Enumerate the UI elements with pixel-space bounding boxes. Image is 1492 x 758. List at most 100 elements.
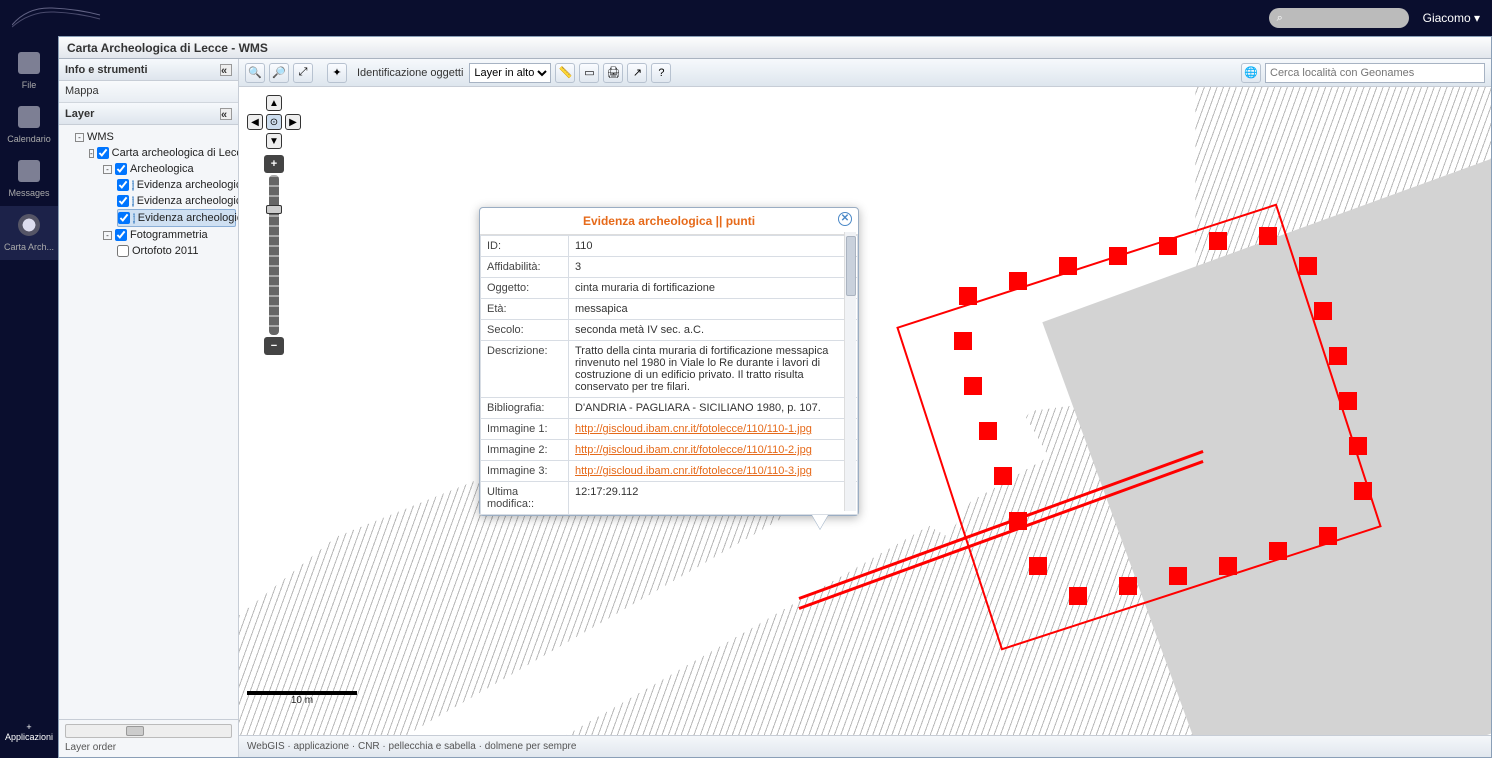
ribbon-add-app[interactable]: +Applicazioni: [0, 714, 58, 750]
layer-check[interactable]: [117, 245, 129, 257]
layer-check[interactable]: [115, 229, 127, 241]
archeo-point: [1159, 237, 1177, 255]
tree-item[interactable]: Ortofoto 2011: [132, 245, 198, 257]
archeo-point: [1009, 272, 1027, 290]
info-icon[interactable]: i: [133, 213, 135, 224]
popup-row-value: 3: [569, 257, 858, 278]
archeo-point: [1269, 542, 1287, 560]
archeo-point: [1329, 347, 1347, 365]
layer-check[interactable]: [97, 147, 109, 159]
global-search[interactable]: ⌕: [1269, 8, 1409, 28]
layer-check[interactable]: [118, 212, 130, 224]
popup-row-value[interactable]: http://giscloud.ibam.cnr.it/fotolecce/11…: [569, 440, 858, 461]
collapse-layer[interactable]: «: [220, 108, 232, 120]
archeo-point: [1069, 587, 1087, 605]
window-title: Carta Archeologica di Lecce - WMS: [59, 37, 1491, 59]
zoom-slider-track[interactable]: [269, 175, 279, 335]
export-tool[interactable]: ↗: [627, 63, 647, 83]
expand-icon[interactable]: -: [103, 165, 112, 174]
archeo-point: [1209, 232, 1227, 250]
popup-row-key: Età:: [481, 299, 569, 320]
popup-row-key: Bibliografia:: [481, 398, 569, 419]
app-ribbon: File Calendario Messages Carta Arch... +…: [0, 36, 58, 758]
layer-check[interactable]: [115, 163, 127, 175]
layer-check[interactable]: [117, 179, 129, 191]
popup-row-value[interactable]: http://giscloud.ibam.cnr.it/fotolecce/11…: [569, 419, 858, 440]
tree-archeologica[interactable]: Archeologica: [130, 163, 194, 175]
popup-row-key: ID:: [481, 236, 569, 257]
help-tool[interactable]: ?: [651, 63, 671, 83]
ribbon-file[interactable]: File: [0, 44, 58, 98]
pan-south[interactable]: ▼: [266, 133, 282, 149]
identify-tool[interactable]: ✦: [327, 63, 347, 83]
tree-item[interactable]: Evidenza archeologica || a: [137, 179, 238, 191]
archeo-point: [1059, 257, 1077, 275]
pan-north[interactable]: ▲: [266, 95, 282, 111]
panel-mappa[interactable]: Mappa: [59, 81, 238, 103]
archeo-point: [1029, 557, 1047, 575]
popup-row-value: 12:17:29.112: [569, 482, 858, 515]
zoom-out-tool[interactable]: 🔎: [269, 63, 289, 83]
tree-item[interactable]: Evidenza archeologica || l: [137, 195, 238, 207]
popup-row-key: Oggetto:: [481, 278, 569, 299]
status-left: WebGIS · applicazione · CNR · pellecchia…: [247, 741, 576, 752]
geonames-search[interactable]: [1265, 63, 1485, 83]
side-panel: Info e strumenti « Mappa Layer « - WMS - C…: [59, 59, 239, 757]
archeo-point: [1259, 227, 1277, 245]
expand-icon[interactable]: -: [75, 133, 84, 142]
identify-layer-select[interactable]: Layer in alto: [469, 63, 551, 83]
zoom-slider-thumb[interactable]: [266, 205, 282, 214]
popup-title: Evidenza archeologica || punti: [583, 214, 755, 228]
expand-icon[interactable]: -: [103, 231, 112, 240]
info-icon[interactable]: i: [132, 196, 134, 207]
popup-row-key: Affidabilità:: [481, 257, 569, 278]
map-toolbar: 🔍 🔎 ⤢ ✦ Identificazione oggetti Layer in…: [239, 59, 1491, 87]
info-icon[interactable]: i: [132, 180, 134, 191]
popup-row-value: messapica: [569, 299, 858, 320]
archeo-point: [1314, 302, 1332, 320]
messages-icon: [18, 160, 40, 182]
tree-lecce[interactable]: Carta archeologica di Lecce: [112, 147, 238, 159]
print-tool[interactable]: 🖨: [603, 63, 623, 83]
archeo-point: [959, 287, 977, 305]
archeo-point: [1339, 392, 1357, 410]
ribbon-carta-archeologica[interactable]: Carta Arch...: [0, 206, 58, 260]
tree-fotogrammetria[interactable]: Fotogrammetria: [130, 229, 208, 241]
feature-popup: Evidenza archeologica || punti ✕ ID:110Af…: [479, 207, 859, 516]
layer-check[interactable]: [117, 195, 129, 207]
zoom-in-tool[interactable]: 🔍: [245, 63, 265, 83]
archeo-point: [1219, 557, 1237, 575]
map-canvas[interactable]: ▲ ▼ ◀ ▶ ⊙ + − Ev: [239, 87, 1491, 735]
popup-row-value: 110: [569, 236, 858, 257]
zoom-full-tool[interactable]: ⤢: [293, 63, 313, 83]
measure-line-tool[interactable]: 📏: [555, 63, 575, 83]
pan-west[interactable]: ◀: [247, 114, 263, 130]
ribbon-messages[interactable]: Messages: [0, 152, 58, 206]
collapse-panel[interactable]: «: [220, 64, 232, 76]
tree-item[interactable]: Evidenza archeologica || p: [138, 212, 238, 224]
geonames-icon: 🌐: [1241, 63, 1261, 83]
zoom-out-button[interactable]: −: [264, 337, 284, 355]
panel-layer-title: Layer: [65, 108, 94, 120]
archeo-point: [964, 377, 982, 395]
popup-row-key: Immagine 1:: [481, 419, 569, 440]
pan-center[interactable]: ⊙: [266, 114, 282, 130]
popup-close[interactable]: ✕: [838, 212, 852, 226]
panel-info-title: Info e strumenti: [65, 64, 148, 76]
expand-icon[interactable]: -: [89, 149, 94, 158]
popup-scrollbar[interactable]: [844, 232, 856, 511]
calendar-icon: [18, 106, 40, 128]
archeo-point: [1349, 437, 1367, 455]
user-menu[interactable]: Giacomo ▾: [1423, 11, 1480, 25]
popup-row-value[interactable]: http://giscloud.ibam.cnr.it/fotolecce/11…: [569, 461, 858, 482]
pan-east[interactable]: ▶: [285, 114, 301, 130]
tree-wms[interactable]: WMS: [87, 131, 114, 143]
ribbon-calendario[interactable]: Calendario: [0, 98, 58, 152]
popup-tail: [812, 515, 828, 529]
popup-row-value: cinta muraria di fortificazione: [569, 278, 858, 299]
zoom-in-button[interactable]: +: [264, 155, 284, 173]
popup-row-key: Ultima modifica::: [481, 482, 569, 515]
measure-area-tool[interactable]: ▭: [579, 63, 599, 83]
side-scrollbar[interactable]: [65, 724, 232, 738]
archeo-point: [1119, 577, 1137, 595]
